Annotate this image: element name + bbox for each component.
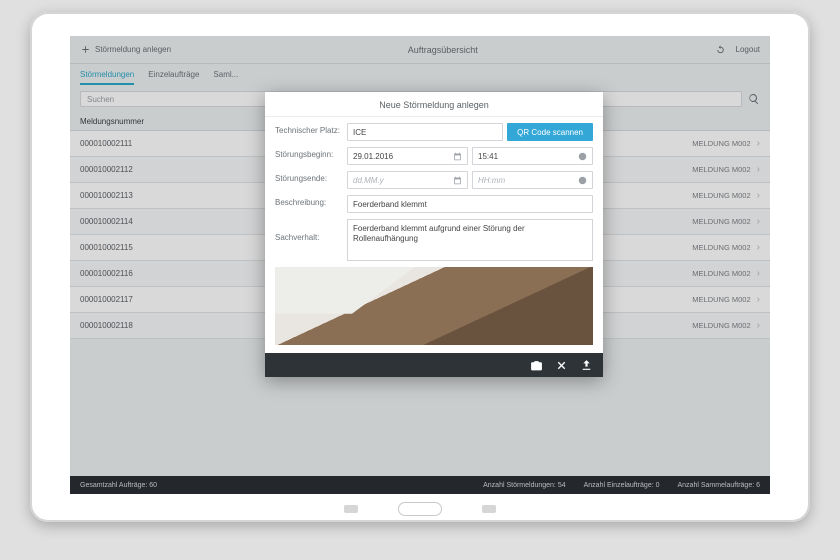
tablet-hardware-buttons: [344, 502, 496, 516]
app-screen: Störmeldung anlegen Auftragsübersicht Lo…: [70, 36, 770, 494]
dialog-title: Neue Störmeldung anlegen: [265, 92, 603, 117]
close-icon[interactable]: [555, 359, 568, 372]
clock-icon: [578, 152, 587, 161]
new-report-dialog: Neue Störmeldung anlegen Technischer Pla…: [265, 92, 603, 377]
label-tech-platz: Technischer Platz:: [275, 123, 347, 135]
date-begin-input[interactable]: 29.01.2016: [347, 147, 468, 165]
tablet-frame: Störmeldung anlegen Auftragsübersicht Lo…: [30, 12, 810, 522]
label-ende: Störungsende:: [275, 171, 347, 183]
label-beginn: Störungsbeginn:: [275, 147, 347, 159]
clock-icon: [578, 176, 587, 185]
time-begin-input[interactable]: 15:41: [472, 147, 593, 165]
dialog-action-bar: [265, 353, 603, 377]
camera-icon[interactable]: [530, 359, 543, 372]
submit-icon[interactable]: [580, 359, 593, 372]
date-end-input[interactable]: dd.MM.y: [347, 171, 468, 189]
tech-platz-input[interactable]: ICE: [347, 123, 503, 141]
qr-scan-button[interactable]: QR Code scannen: [507, 123, 593, 141]
sachverhalt-textarea[interactable]: Foerderband klemmt aufgrund einer Störun…: [347, 219, 593, 261]
hw-home-button[interactable]: [398, 502, 442, 516]
time-end-input[interactable]: HH:mm: [472, 171, 593, 189]
calendar-icon: [453, 176, 462, 185]
label-beschreibung: Beschreibung:: [275, 195, 347, 207]
label-sachverhalt: Sachverhalt:: [275, 219, 347, 242]
hw-back-button[interactable]: [482, 505, 496, 513]
attached-photo[interactable]: [275, 267, 593, 345]
hw-recent-button[interactable]: [344, 505, 358, 513]
calendar-icon: [453, 152, 462, 161]
beschreibung-input[interactable]: Foerderband klemmt: [347, 195, 593, 213]
